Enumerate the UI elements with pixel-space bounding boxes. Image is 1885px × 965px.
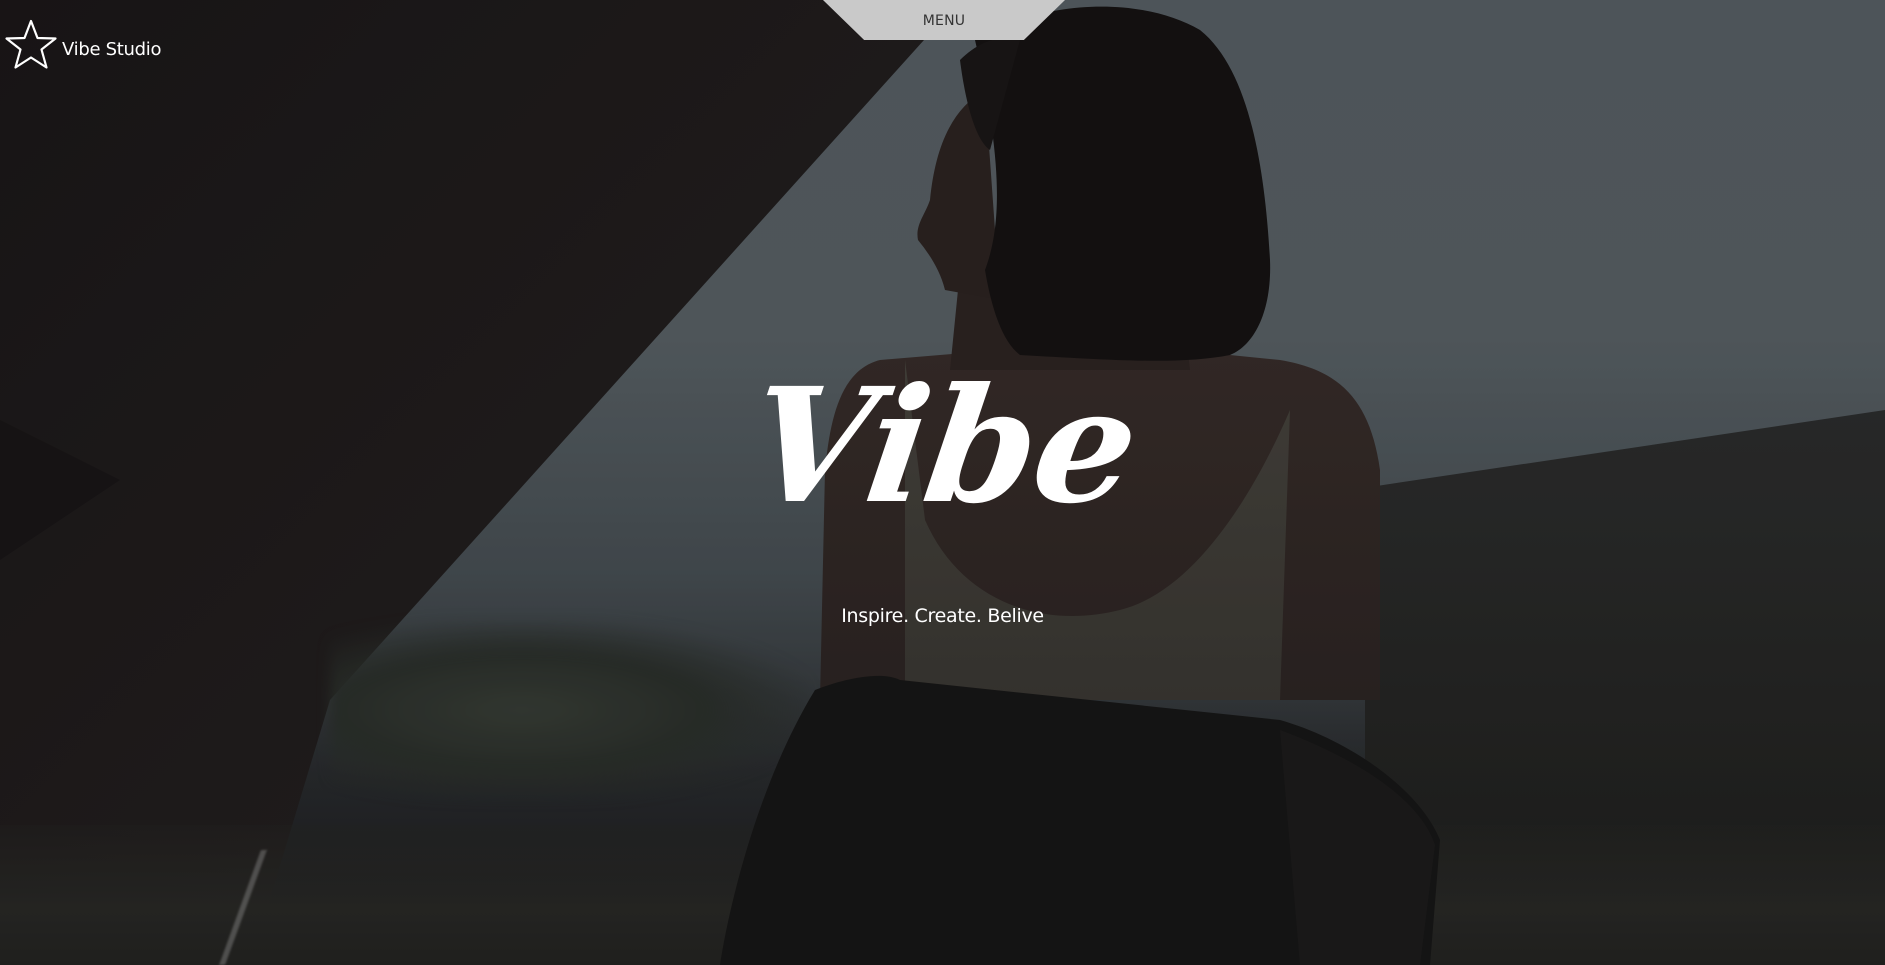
page: Vibe Studio MENU Vibe Inspire. Create. B… — [0, 0, 1885, 965]
brand-logo-link[interactable]: Vibe Studio — [4, 18, 161, 72]
hero-title: Vibe — [738, 354, 1147, 539]
brand-name: Vibe Studio — [62, 38, 162, 60]
hero-tagline: Inspire. Create. Belive — [841, 605, 1044, 627]
menu-label: MENU — [922, 13, 966, 29]
star-outline-icon — [5, 19, 57, 69]
menu-button[interactable]: MENU — [823, 0, 1065, 40]
